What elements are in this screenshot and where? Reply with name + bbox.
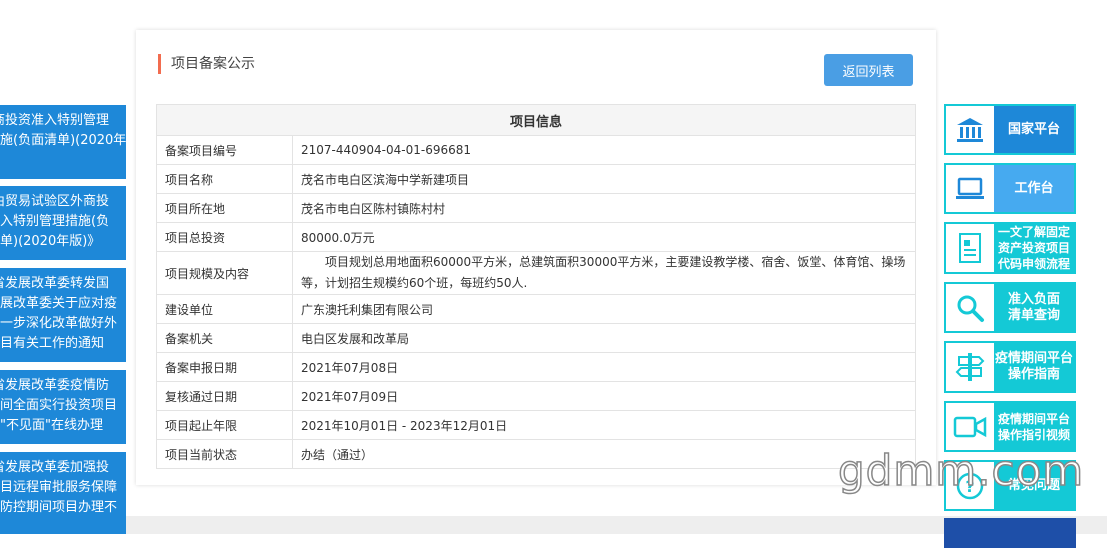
field-label: 复核通过日期 (156, 381, 293, 411)
project-code-guide-label: 一文了解固定 资产投资项目 代码申领流程 (994, 224, 1074, 272)
news-link-text: 由贸易试验区外商投 入特别管理措施(负 单)(2020年版)》 (0, 194, 110, 249)
field-label: 项目所在地 (156, 193, 293, 223)
epidemic-guide-link[interactable]: 疫情期间平台 操作指南 (944, 341, 1076, 393)
table-row: 项目规模及内容 项目规划总用地面积60000平方米，总建筑面积30000平方米，主… (156, 251, 916, 295)
news-link-text: 省发展改革委转发国 展改革委关于应对疫 一步深化改革做好外 目有关工作的通知 (0, 276, 118, 351)
table-row: 项目所在地 茂名市电白区陈村镇陈村村 (156, 193, 916, 223)
table-row: 复核通过日期 2021年07月09日 (156, 381, 916, 411)
table-row: 备案项目编号 2107-440904-04-01-696681 (156, 135, 916, 165)
field-label: 项目总投资 (156, 222, 293, 252)
government-building-icon (946, 106, 994, 153)
table-row: 项目起止年限 2021年10月01日 - 2023年12月01日 (156, 410, 916, 440)
field-label: 项目规模及内容 (156, 251, 293, 295)
workbench-label: 工作台 (994, 165, 1074, 212)
table-row: 备案机关 电白区发展和改革局 (156, 323, 916, 353)
field-label: 备案申报日期 (156, 352, 293, 382)
table-row: 建设单位 广东澳托利集团有限公司 (156, 294, 916, 324)
national-platform-link[interactable]: 国家平台 (944, 104, 1076, 155)
field-value: 80000.0万元 (292, 222, 916, 252)
project-info-table: 项目信息 备案项目编号 2107-440904-04-01-696681 项目名称… (156, 104, 916, 469)
news-link-2[interactable]: 省发展改革委转发国 展改革委关于应对疫 一步深化改革做好外 目有关工作的通知 (0, 268, 126, 362)
field-label: 项目名称 (156, 164, 293, 194)
table-row: 备案申报日期 2021年07月08日 (156, 352, 916, 382)
search-icon (946, 284, 994, 331)
news-link-text: 商投资准入特别管理 施(负面清单)(2020年 (0, 113, 126, 148)
epidemic-guide-label: 疫情期间平台 操作指南 (994, 343, 1074, 391)
table-row: 项目当前状态 办结（通过） (156, 439, 916, 469)
field-label: 备案项目编号 (156, 135, 293, 165)
field-value: 茂名市电白区滨海中学新建项目 (292, 164, 916, 194)
field-value: 茂名市电白区陈村镇陈村村 (292, 193, 916, 223)
document-icon (946, 224, 994, 272)
negative-list-query-link[interactable]: 准入负面 清单查询 (944, 282, 1076, 333)
more-link[interactable] (944, 518, 1076, 548)
panel-title: 项目备案公示 (158, 54, 255, 74)
back-to-list-button[interactable]: 返回列表 (824, 54, 913, 86)
watermark-text: gdmm.com (837, 445, 1085, 496)
laptop-icon (946, 165, 994, 212)
field-label: 项目起止年限 (156, 410, 293, 440)
news-link-1[interactable]: 由贸易试验区外商投 入特别管理措施(负 单)(2020年版)》 (0, 186, 126, 260)
field-value: 2107-440904-04-01-696681 (292, 135, 916, 165)
news-link-3[interactable]: 省发展改革委疫情防 间全面实行投资项目 "不见面"在线办理 (0, 370, 126, 444)
signpost-icon (946, 343, 994, 391)
field-label: 备案机关 (156, 323, 293, 353)
page-footer-band (0, 516, 1107, 534)
field-value: 2021年10月01日 - 2023年12月01日 (292, 410, 916, 440)
field-value: 办结（通过） (292, 439, 916, 469)
national-platform-label: 国家平台 (994, 106, 1074, 153)
field-value: 2021年07月08日 (292, 352, 916, 382)
workbench-link[interactable]: 工作台 (944, 163, 1076, 214)
field-value: 广东澳托利集团有限公司 (292, 294, 916, 324)
table-row: 项目总投资 80000.0万元 (156, 222, 916, 252)
news-link-0[interactable]: 商投资准入特别管理 施(负面清单)(2020年 (0, 105, 126, 179)
video-camera-icon (946, 403, 994, 450)
table-header: 项目信息 (156, 104, 916, 136)
field-label: 项目当前状态 (156, 439, 293, 469)
epidemic-video-link[interactable]: 疫情期间平台 操作指引视频 (944, 401, 1076, 452)
news-link-text: 省发展改革委疫情防 间全面实行投资项目 "不见面"在线办理 (0, 378, 118, 433)
epidemic-video-label: 疫情期间平台 操作指引视频 (994, 403, 1074, 450)
field-value: 电白区发展和改革局 (292, 323, 916, 353)
project-record-panel: 项目备案公示 返回列表 项目信息 备案项目编号 2107-440904-04-01… (136, 30, 936, 485)
negative-list-query-label: 准入负面 清单查询 (994, 284, 1074, 331)
news-link-4[interactable]: 省发展改革委加强投 目远程审批服务保障 防控期间项目办理不 (0, 452, 126, 534)
news-link-text: 省发展改革委加强投 目远程审批服务保障 防控期间项目办理不 (0, 460, 118, 515)
table-row: 项目名称 茂名市电白区滨海中学新建项目 (156, 164, 916, 194)
field-value: 项目规划总用地面积60000平方米，总建筑面积30000平方米，主要建设教学楼、… (292, 251, 916, 295)
project-code-guide-link[interactable]: 一文了解固定 资产投资项目 代码申领流程 (944, 222, 1076, 274)
field-value: 2021年07月09日 (292, 381, 916, 411)
field-label: 建设单位 (156, 294, 293, 324)
